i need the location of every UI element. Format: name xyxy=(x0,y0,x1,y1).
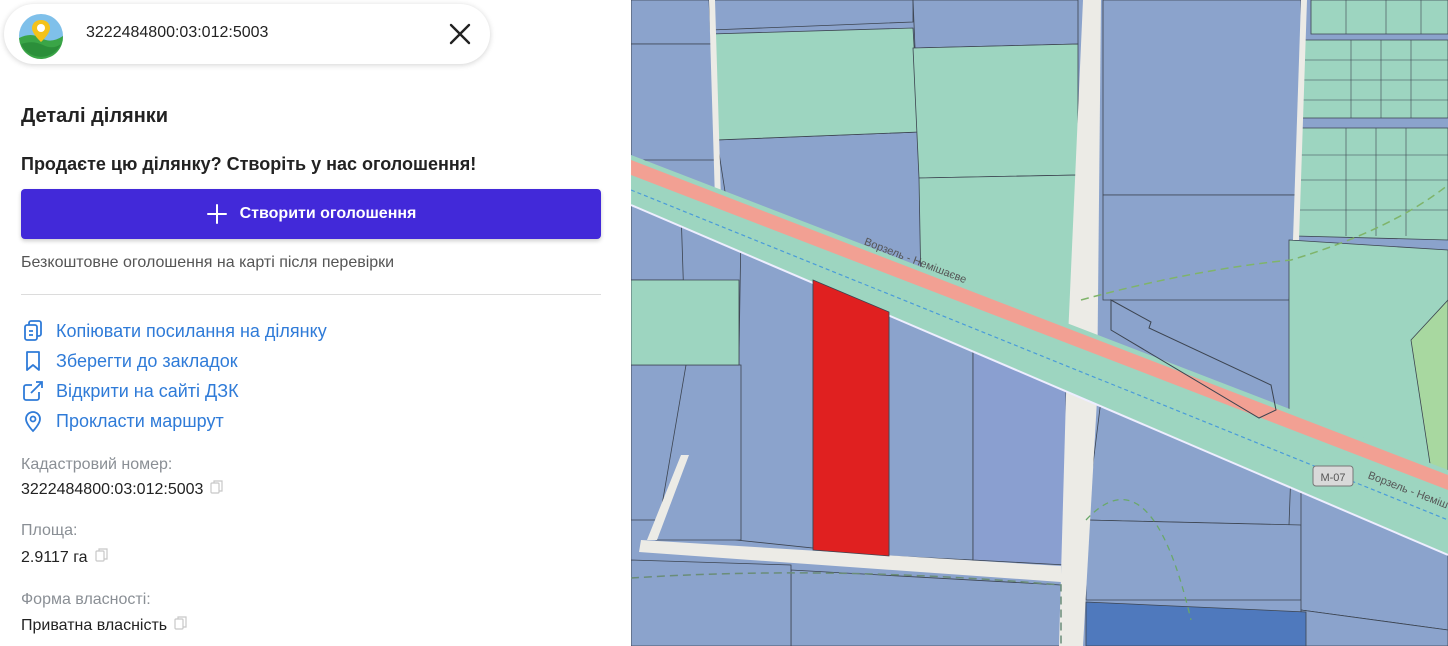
copy-icon[interactable] xyxy=(173,615,189,631)
location-pin-icon xyxy=(25,411,41,433)
external-link-icon xyxy=(23,381,43,401)
copy-icon[interactable] xyxy=(94,547,110,563)
bookmark-action[interactable]: Зберегти до закладок xyxy=(21,348,238,374)
panel-title: Деталі ділянки xyxy=(21,105,169,127)
close-icon[interactable] xyxy=(442,16,478,52)
copy-link-icon xyxy=(24,320,42,341)
open-dzk-action[interactable]: Відкрити на сайті ДЗК xyxy=(21,378,239,404)
area-value: 2.9117 га xyxy=(21,549,88,566)
ownership-value: Приватна власність xyxy=(21,617,168,634)
free-listing-note: Безкоштовне оголошення на карті після пе… xyxy=(21,254,395,271)
cadastral-number-row: 3222484800:03:012:5003 xyxy=(21,479,225,499)
app-logo-icon xyxy=(19,14,64,60)
bookmark-label: Зберегти до закладок xyxy=(56,350,238,371)
route-action[interactable]: Прокласти маршрут xyxy=(21,408,224,434)
area-row: 2.9117 га xyxy=(21,547,110,567)
area-label: Площа: xyxy=(21,522,78,539)
details-panel: 3222484800:03:012:5003 Деталі ділянки Пр… xyxy=(0,0,631,646)
open-dzk-label: Відкрити на сайті ДЗК xyxy=(56,380,239,401)
promo-text: Продаєте цю ділянку? Створіть у нас огол… xyxy=(21,154,477,174)
search-input[interactable]: 3222484800:03:012:5003 xyxy=(86,24,268,42)
plus-icon xyxy=(206,204,227,224)
copy-link-label: Копіювати посилання на ділянку xyxy=(56,320,327,341)
copy-link-action[interactable]: Копіювати посилання на ділянку xyxy=(21,318,327,344)
map-canvas[interactable]: Ворзель - Немішаєве Ворзель - Неміш М-07 xyxy=(631,0,1448,646)
ownership-label: Форма власності: xyxy=(21,591,151,608)
cadastral-map[interactable]: Ворзель - Немішаєве Ворзель - Неміш М-07 xyxy=(631,0,1448,646)
bookmark-icon xyxy=(26,351,40,371)
selected-parcel[interactable] xyxy=(812,279,890,557)
highway-shield: М-07 xyxy=(1312,465,1354,487)
copy-icon[interactable] xyxy=(209,479,225,495)
route-label: Прокласти маршрут xyxy=(56,410,224,431)
cadastral-number-label: Кадастровий номер: xyxy=(21,456,173,473)
highway-shield-label: М-07 xyxy=(1320,472,1345,484)
create-listing-button[interactable]: Створити оголошення xyxy=(21,189,601,239)
create-listing-label: Створити оголошення xyxy=(239,205,417,222)
search-bar[interactable]: 3222484800:03:012:5003 xyxy=(4,4,490,64)
ownership-row: Приватна власність xyxy=(21,615,189,635)
divider xyxy=(21,294,601,295)
cadastral-number-value: 3222484800:03:012:5003 xyxy=(21,481,204,498)
